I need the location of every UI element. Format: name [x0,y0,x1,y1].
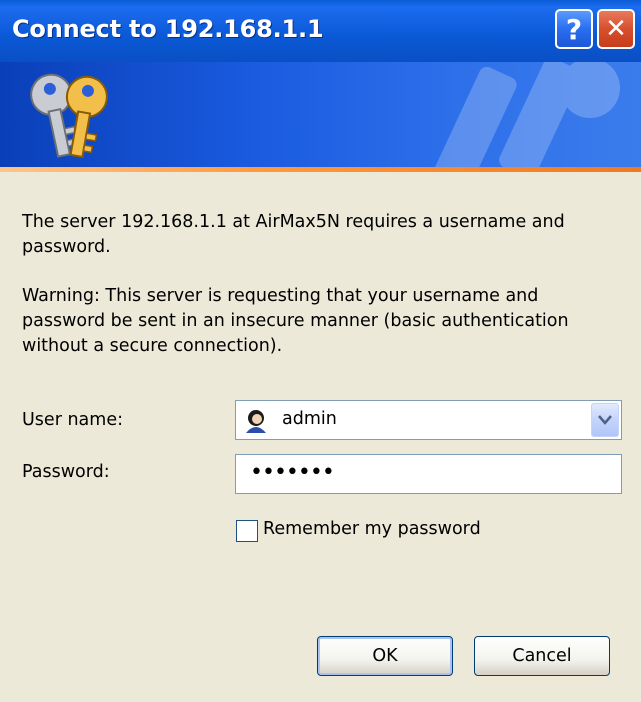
close-button[interactable]: ✕ [597,9,635,49]
cancel-button[interactable]: Cancel [474,636,610,676]
password-label: Password: [22,462,110,482]
chevron-down-icon [598,415,612,425]
user-icon [246,410,266,433]
password-field[interactable]: ••••••• [235,454,622,494]
server-message: The server 192.168.1.1 at AirMax5N requi… [22,212,565,257]
keys-watermark-icon [434,62,620,172]
keys-icon [30,73,108,159]
banner-stripe [0,167,641,172]
username-dropdown-button[interactable] [591,403,619,437]
title-bar[interactable]: Connect to 192.168.1.1 ? ✕ [0,0,641,62]
login-dialog: Connect to 192.168.1.1 ? ✕ The server 19… [0,0,641,702]
username-label: User name: [22,410,123,430]
remember-password-label[interactable]: Remember my password [263,519,481,539]
security-warning: Warning: This server is requesting that … [22,286,569,356]
username-combobox[interactable]: admin [235,400,622,440]
message-area: The server 192.168.1.1 at AirMax5N requi… [22,210,622,359]
dialog-banner [0,62,641,172]
password-value: ••••••• [250,460,335,485]
help-button[interactable]: ? [555,9,593,49]
window-title: Connect to 192.168.1.1 [12,15,324,43]
username-input[interactable]: admin [282,409,337,429]
remember-password-checkbox[interactable] [236,520,258,542]
ok-button[interactable]: OK [317,636,453,676]
